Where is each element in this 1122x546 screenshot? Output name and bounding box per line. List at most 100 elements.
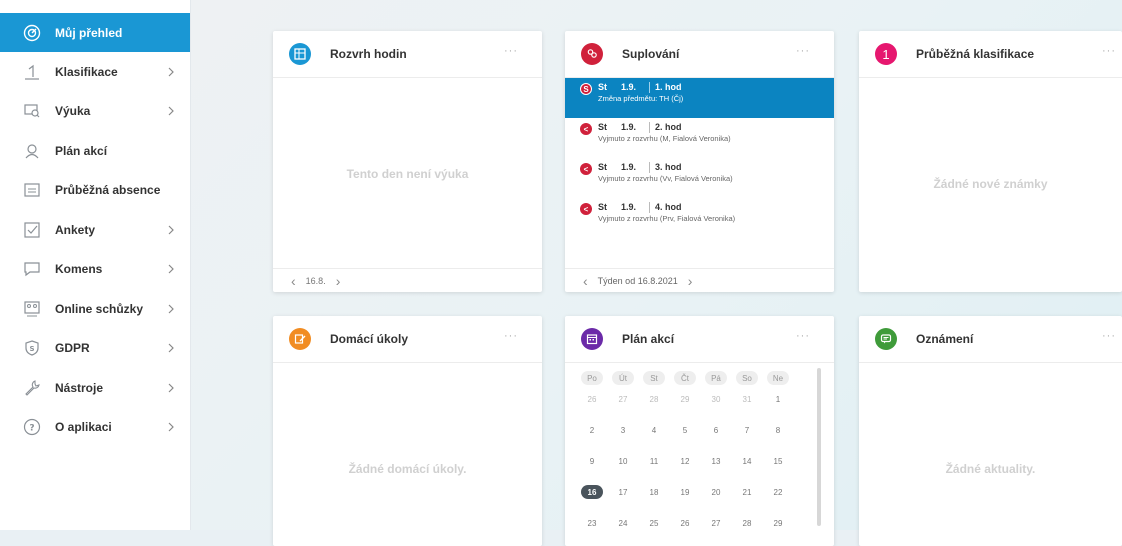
divider (649, 122, 650, 133)
calendar-day[interactable]: 3 (612, 423, 634, 437)
empty-message: Žádné aktuality. (945, 462, 1036, 476)
calendar-day[interactable]: 31 (736, 392, 758, 406)
calendar-day[interactable]: 6 (705, 423, 727, 437)
calendar-day[interactable]: 26 (581, 392, 603, 406)
substitution-day: St (598, 82, 607, 92)
sidebar-item-1[interactable]: Klasifikace (0, 52, 190, 92)
sidebar-nav: Můj přehled Klasifikace Výuka Plán akcí Průb… (0, 0, 191, 530)
sidebar-item-label: O aplikaci (55, 420, 112, 435)
calendar-day[interactable]: 4 (643, 423, 665, 437)
sidebar-item-7[interactable]: Online schůzky (0, 289, 190, 329)
prev-day-button[interactable]: ‹ (291, 273, 296, 289)
events-plan-icon (22, 141, 42, 161)
dashboard-main: Rozvrh hodin ··· Tento den není výuka ‹ … (191, 0, 1122, 546)
sidebar-item-3[interactable]: Plán akcí (0, 131, 190, 171)
chevron-right-icon (164, 302, 178, 316)
sidebar-item-label: Komens (55, 262, 103, 277)
calendar-day[interactable]: 17 (612, 485, 634, 499)
sidebar-item-2[interactable]: Výuka (0, 92, 190, 132)
grades-card: 1 Průběžná klasifikace ··· Žádné nové zn… (859, 31, 1122, 292)
calendar-day[interactable]: 9 (581, 454, 603, 468)
substitution-item[interactable]: < St 1.9. 4. hod Vyjmuto z rozvrhu (Prv, Fia… (565, 198, 834, 238)
calendar-day[interactable]: 19 (674, 485, 696, 499)
calendar-day[interactable]: 21 (736, 485, 758, 499)
more-options-icon[interactable]: ··· (504, 330, 518, 342)
calendar-day[interactable]: 28 (643, 392, 665, 406)
sidebar-item-5[interactable]: Ankety (0, 210, 190, 250)
calendar-day[interactable]: 12 (674, 454, 696, 468)
calendar-weekday: Pá (705, 371, 727, 385)
timetable-card: Rozvrh hodin ··· Tento den není výuka ‹ … (273, 31, 542, 292)
chevron-right-icon (164, 341, 178, 355)
calendar-weekday: Ne (767, 371, 789, 385)
substitution-hour: 2. hod (655, 122, 682, 132)
calendar-day[interactable]: 28 (736, 516, 758, 530)
calendar-day[interactable]: 15 (767, 454, 789, 468)
substitution-icon (581, 43, 603, 65)
calendar-day[interactable]: 5 (674, 423, 696, 437)
substitution-day: St (598, 162, 607, 172)
sidebar-item-4[interactable]: Průběžná absence (0, 171, 190, 211)
more-options-icon[interactable]: ··· (504, 45, 518, 57)
calendar-weekday: Út (612, 371, 634, 385)
more-options-icon[interactable]: ··· (796, 330, 810, 342)
more-options-icon[interactable]: ··· (1102, 330, 1116, 342)
substitution-item[interactable]: < St 1.9. 2. hod Vyjmuto z rozvrhu (M, Fialo… (565, 118, 834, 158)
sidebar-item-6[interactable]: Komens (0, 250, 190, 290)
calendar-day[interactable]: 1 (767, 392, 789, 406)
calendar-day[interactable]: 27 (612, 392, 634, 406)
card-footer: ‹ 16.8. › (273, 268, 542, 292)
calendar-day[interactable]: 30 (705, 392, 727, 406)
substitution-badge: < (580, 203, 592, 215)
substitution-note: Změna předmětu: TH (Čj) (598, 94, 684, 103)
calendar-day[interactable]: 16 (581, 485, 603, 499)
calendar-day[interactable]: 8 (767, 423, 789, 437)
sidebar-item-label: Můj přehled (55, 25, 123, 40)
calendar-weekday: St (643, 371, 665, 385)
substitution-note: Vyjmuto z rozvrhu (Vv, Fialová Veronika) (598, 174, 733, 183)
next-day-button[interactable]: › (336, 273, 341, 289)
calendar-day[interactable]: 11 (643, 454, 665, 468)
substitution-badge: < (580, 123, 592, 135)
sidebar-item-9[interactable]: Nástroje (0, 368, 190, 408)
calendar-day[interactable]: 25 (643, 516, 665, 530)
substitution-day: St (598, 202, 607, 212)
calendar-day[interactable]: 26 (674, 516, 696, 530)
chevron-right-icon (164, 381, 178, 395)
calendar-day[interactable]: 20 (705, 485, 727, 499)
calendar-day[interactable]: 23 (581, 516, 603, 530)
calendar-day[interactable]: 29 (674, 392, 696, 406)
sidebar-item-10[interactable]: ? O aplikaci (0, 408, 190, 448)
calendar-day[interactable]: 18 (643, 485, 665, 499)
calendar-day[interactable]: 2 (581, 423, 603, 437)
next-week-button[interactable]: › (688, 273, 693, 289)
message-icon (22, 259, 42, 279)
card-header: Domácí úkoly ··· (273, 316, 542, 363)
calendar-weekday: Po (581, 371, 603, 385)
more-options-icon[interactable]: ··· (796, 45, 810, 57)
substitution-item[interactable]: < St 1.9. 3. hod Vyjmuto z rozvrhu (Vv, Fial… (565, 158, 834, 198)
card-footer: ‹ Týden od 16.8.2021 › (565, 268, 834, 292)
sidebar-item-label: Nástroje (55, 380, 104, 395)
sidebar-item-8[interactable]: S GDPR (0, 329, 190, 369)
calendar-icon (581, 328, 603, 350)
calendar-day[interactable]: 10 (612, 454, 634, 468)
calendar-scrollbar[interactable] (817, 368, 821, 526)
substitution-date: 1.9. (621, 162, 637, 172)
calendar-day[interactable]: 24 (612, 516, 634, 530)
svg-text:?: ? (29, 424, 34, 434)
prev-week-button[interactable]: ‹ (583, 273, 588, 289)
substitution-note: Vyjmuto z rozvrhu (M, Fialová Veronika) (598, 134, 731, 143)
calendar-day[interactable]: 29 (767, 516, 789, 530)
substitution-item[interactable]: S St 1.9. 1. hod Změna předmětu: TH (Čj) (565, 78, 834, 118)
sidebar-item-0[interactable]: Můj přehled (0, 13, 190, 52)
calendar-day[interactable]: 27 (705, 516, 727, 530)
calendar-day[interactable]: 22 (767, 485, 789, 499)
timetable-icon (289, 43, 311, 65)
calendar-day[interactable]: 13 (705, 454, 727, 468)
more-options-icon[interactable]: ··· (1102, 45, 1116, 57)
card-header: Plán akcí ··· (565, 316, 834, 363)
calendar-day[interactable]: 14 (736, 454, 758, 468)
calendar-day[interactable]: 7 (736, 423, 758, 437)
wrench-icon (22, 378, 42, 398)
